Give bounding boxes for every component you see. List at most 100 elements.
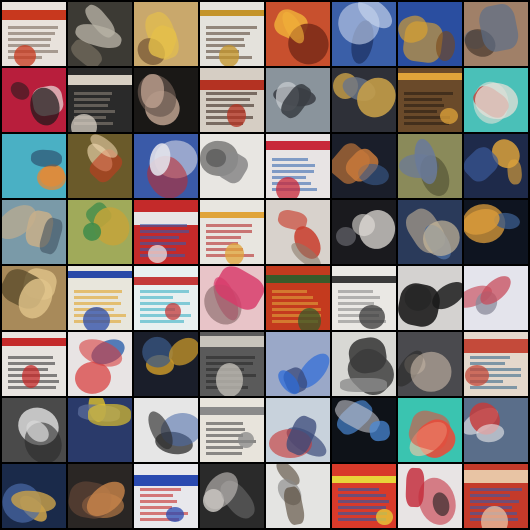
sample-tile [398, 332, 462, 396]
sample-tile [2, 200, 66, 264]
tile-text-line [206, 236, 242, 239]
tile-text-line [404, 98, 442, 101]
tile-figure [358, 304, 385, 329]
sample-tile [266, 398, 330, 462]
sample-tile [200, 464, 264, 528]
sample-tile [398, 68, 462, 132]
tile-figure [70, 113, 97, 132]
tile-text-line [470, 494, 511, 497]
sample-tile [464, 464, 528, 528]
tile-text-line [338, 500, 389, 503]
tile-figure [215, 363, 244, 396]
tile-text-line [206, 452, 243, 455]
tile-text-line [272, 158, 308, 161]
tile-text-line [140, 500, 178, 503]
sample-tile [398, 200, 462, 264]
sample-tile [266, 332, 330, 396]
tile-header-band [134, 211, 198, 225]
sample-tile [332, 332, 396, 396]
sample-grid [0, 0, 530, 530]
tile-text-line [272, 302, 319, 305]
sample-tile [464, 68, 528, 132]
tile-header-band [68, 75, 132, 86]
sample-tile [332, 134, 396, 198]
sample-tile [398, 464, 462, 528]
sample-tile [2, 464, 66, 528]
tile-text-line [74, 296, 119, 299]
tile-figure [275, 176, 301, 198]
sample-tile [332, 68, 396, 132]
tile-shape [281, 485, 307, 527]
tile-figure [13, 44, 37, 66]
tile-text-line [338, 506, 386, 509]
sample-tile [68, 134, 132, 198]
tile-text-line [74, 110, 116, 113]
tile-header-band [134, 276, 198, 285]
tile-text-line [272, 296, 313, 299]
sample-tile [2, 2, 66, 66]
sample-tile [134, 332, 198, 396]
sample-tile [134, 68, 198, 132]
tile-shape [140, 73, 164, 109]
tile-text-line [206, 98, 251, 101]
sample-tile [134, 398, 198, 462]
tile-text-line [206, 230, 252, 233]
tile-figure [165, 302, 181, 320]
sample-tile [200, 200, 264, 264]
sample-tile [464, 2, 528, 66]
tile-text-line [140, 224, 188, 227]
tile-figure [225, 243, 245, 264]
tile-text-line [272, 170, 314, 173]
tile-text-line [140, 236, 179, 239]
sample-tile [464, 134, 528, 198]
tile-figure [22, 364, 41, 388]
sample-tile [2, 398, 66, 462]
tile-header-band [68, 270, 132, 278]
tile-figure [297, 307, 321, 330]
tile-shape [409, 351, 452, 392]
tile-figure [439, 107, 459, 125]
tile-shape [398, 280, 443, 330]
tile-shape [339, 377, 388, 393]
sample-tile [134, 266, 198, 330]
sample-tile [2, 134, 66, 198]
sample-tile [68, 200, 132, 264]
sample-tile [332, 464, 396, 528]
sample-tile [464, 266, 528, 330]
tile-text-line [206, 224, 252, 227]
tile-shape [368, 420, 391, 443]
tile-text-line [74, 290, 123, 293]
tile-header-band [200, 79, 264, 90]
tile-figure [464, 364, 490, 386]
sample-tile [398, 2, 462, 66]
tile-text-line [74, 92, 112, 95]
tile-text-line [338, 290, 373, 293]
tile-header-band [332, 275, 396, 283]
sample-tile [332, 266, 396, 330]
tile-text-line [338, 488, 379, 491]
tile-text-line [338, 494, 387, 497]
tile-text-line [140, 296, 173, 299]
sample-tile [398, 134, 462, 198]
tile-text-line [74, 98, 111, 101]
tile-text-line [404, 92, 454, 95]
tile-text-line [140, 302, 191, 305]
sample-tile [2, 266, 66, 330]
tile-text-line [206, 428, 245, 431]
tile-text-line [470, 500, 520, 503]
tile-text-line [470, 386, 518, 389]
sample-tile [2, 68, 66, 132]
sample-tile [332, 2, 396, 66]
tile-text-line [8, 356, 53, 359]
sample-tile [134, 134, 198, 198]
tile-text-line [272, 290, 307, 293]
sample-tile [332, 200, 396, 264]
sample-tile [332, 398, 396, 462]
tile-text-line [206, 356, 256, 359]
tile-text-line [206, 32, 250, 35]
tile-shape [88, 404, 131, 426]
tile-text-line [206, 446, 243, 449]
tile-text-line [470, 488, 522, 491]
tile-text-line [404, 104, 445, 107]
sample-tile [68, 398, 132, 462]
